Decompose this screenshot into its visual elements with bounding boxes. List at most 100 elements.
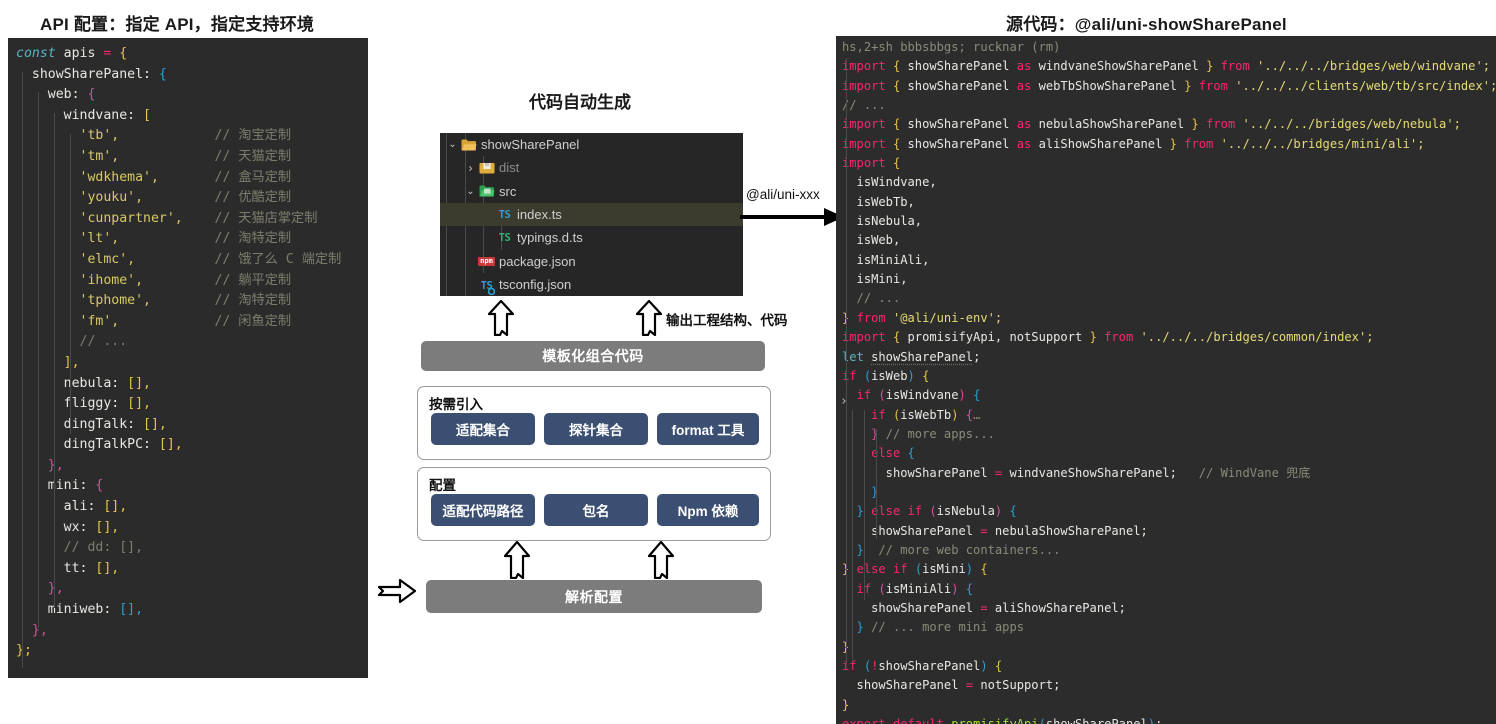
template-compose-bar[interactable]: 模板化组合代码: [421, 341, 765, 371]
code-line: import { showSharePanel as aliShowShareP…: [842, 136, 1425, 151]
code-line: import { showSharePanel as webTbShowShar…: [842, 78, 1496, 93]
code-line: mini: {: [16, 478, 104, 494]
code-line: dingTalk: [],: [16, 416, 167, 432]
file-tree-label: src: [499, 183, 517, 199]
code-line: hs,2+sh bbbsbbgs; rucknar (rm): [842, 40, 1061, 54]
pill-adapter-code-path[interactable]: 适配代码路径: [431, 494, 535, 526]
code-line: isWebTb,: [842, 194, 915, 209]
file-tree-row[interactable]: › dist: [440, 156, 743, 179]
on-demand-import-title: 按需引入: [429, 397, 483, 412]
code-line: isWeb,: [842, 233, 901, 248]
folder-src-icon: [477, 184, 496, 198]
config-box-title: 配置: [429, 478, 456, 493]
api-config-code-block: const apis = { showSharePanel: { web: { …: [8, 38, 368, 678]
file-tree-row[interactable]: TS typings.d.ts: [440, 226, 743, 249]
code-line: let showSharePanel;: [842, 349, 981, 364]
code-line: import { showSharePanel as windvaneShowS…: [842, 59, 1491, 74]
config-box: 配置 适配代码路径 包名 Npm 依赖: [417, 467, 771, 541]
code-line: if (isWebTb) {…: [842, 407, 981, 422]
typescript-file-icon: TS: [498, 208, 511, 221]
left-code-lines: const apis = { showSharePanel: { web: { …: [8, 44, 368, 662]
pill-adapter-set[interactable]: 适配集合: [431, 413, 535, 445]
code-fold-chevron-icon[interactable]: ›: [840, 394, 848, 409]
pill-format-tool[interactable]: format 工具: [657, 413, 759, 445]
code-line: isWindvane,: [842, 175, 937, 190]
code-line: web: {: [16, 87, 96, 103]
code-line: 'youku', // 优酷定制: [16, 190, 292, 206]
left-panel-title: API 配置：指定 API，指定支持环境: [40, 15, 315, 34]
chevron-right-icon[interactable]: ›: [464, 161, 477, 175]
code-line: 'elmc', // 饿了么 C 端定制: [16, 251, 342, 267]
folder-dist-icon: [477, 161, 496, 175]
up-arrow-left-icon: [488, 300, 514, 336]
on-demand-import-box: 按需引入 适配集合 探针集合 format 工具: [417, 386, 771, 460]
parse-config-bar[interactable]: 解析配置: [426, 580, 762, 613]
file-tree-row[interactable]: ⌄ showSharePanel: [440, 133, 743, 156]
file-tree-label: showSharePanel: [481, 137, 580, 153]
code-line: } from '@ali/uni-env';: [842, 310, 1003, 325]
code-line: const apis = {: [16, 46, 128, 61]
code-line: } else if (isNebula) {: [842, 504, 1017, 519]
code-line: tt: [],: [16, 560, 120, 576]
up-arrow-config-left-icon: [504, 541, 530, 579]
file-tree-label: package.json: [499, 253, 576, 269]
input-arrow-icon: [378, 578, 416, 604]
code-line: showSharePanel: {: [16, 66, 167, 82]
code-line: windvane: [: [16, 107, 151, 123]
code-line: showSharePanel = windvaneShowSharePanel;…: [842, 465, 1311, 480]
code-line: } else if (isMini) {: [842, 562, 988, 577]
file-tree-label: typings.d.ts: [517, 230, 583, 246]
code-line: }: [842, 697, 850, 712]
up-arrow-config-right-icon: [648, 541, 674, 579]
code-line: ],: [16, 354, 80, 370]
project-file-tree[interactable]: ⌄ showSharePanel › dist ⌄ src TS index.ts TS typi…: [440, 133, 743, 296]
code-line: // ...: [842, 98, 886, 113]
right-panel-title: 源代码：@ali/uni-showSharePanel: [1006, 15, 1287, 34]
code-line: },: [16, 581, 64, 597]
code-line: miniweb: [],: [16, 602, 144, 618]
code-line: 'fm', // 闲鱼定制: [16, 313, 292, 329]
typescript-declaration-file-icon: TS: [498, 231, 511, 244]
npm-package-icon: npm: [478, 256, 495, 266]
code-line: 'wdkhema', // 盒马定制: [16, 169, 292, 185]
arrow-right-label: @ali/uni-xxx: [746, 187, 820, 202]
file-tree-row[interactable]: TS index.ts: [440, 202, 743, 227]
code-line: 'tphome', // 淘特定制: [16, 293, 292, 309]
code-line: 'tb', // 淘宝定制: [16, 128, 292, 144]
code-line: export default promisifyApi(showSharePan…: [836, 715, 1496, 724]
code-line: nebula: [],: [16, 375, 151, 391]
code-line: // ...: [16, 334, 128, 350]
file-tree-label: tsconfig.json: [499, 276, 572, 292]
file-tree-label: dist: [499, 160, 520, 176]
chevron-down-icon[interactable]: ⌄: [446, 139, 459, 150]
code-line: if (isWindvane) {: [842, 388, 981, 403]
folder-open-icon: [459, 138, 478, 152]
code-line: if (!showSharePanel) {: [842, 659, 1003, 673]
code-line: isMini,: [842, 272, 908, 287]
code-line: showSharePanel = aliShowSharePanel;: [842, 600, 1126, 615]
pill-package-name[interactable]: 包名: [544, 494, 648, 526]
code-line: 'tm', // 天猫定制: [16, 148, 292, 164]
code-line: // ...: [842, 291, 901, 306]
tsconfig-file-icon: TS: [477, 277, 496, 295]
up-arrow-right-icon: [636, 300, 662, 336]
file-tree-rows[interactable]: ⌄ showSharePanel › dist ⌄ src TS index.ts TS typi…: [440, 133, 743, 296]
pill-probe-set[interactable]: 探针集合: [544, 413, 648, 445]
file-tree-row[interactable]: ⌄ src: [440, 180, 743, 203]
code-line: } // more web containers...: [842, 542, 1061, 557]
pill-npm-dependency[interactable]: Npm 依赖: [657, 494, 759, 526]
code-line: 'lt', // 淘特定制: [16, 231, 292, 247]
code-line: showSharePanel = notSupport;: [842, 678, 1061, 693]
code-line: 'ihome', // 躺平定制: [16, 272, 292, 288]
code-line: }: [842, 484, 879, 499]
file-tree-row[interactable]: TS tsconfig.json: [440, 273, 743, 296]
code-line: if (isMiniAli) {: [842, 581, 974, 596]
file-tree-label: index.ts: [517, 207, 562, 223]
file-tree-row[interactable]: npm package.json: [440, 249, 743, 272]
chevron-down-icon[interactable]: ⌄: [464, 186, 477, 197]
output-structure-label: 输出工程结构、代码: [666, 313, 788, 328]
code-line: } // ... more mini apps: [842, 620, 1025, 635]
code-line: },: [16, 622, 48, 638]
code-line: isNebula,: [842, 214, 923, 229]
code-line: } // more apps...: [871, 426, 995, 441]
